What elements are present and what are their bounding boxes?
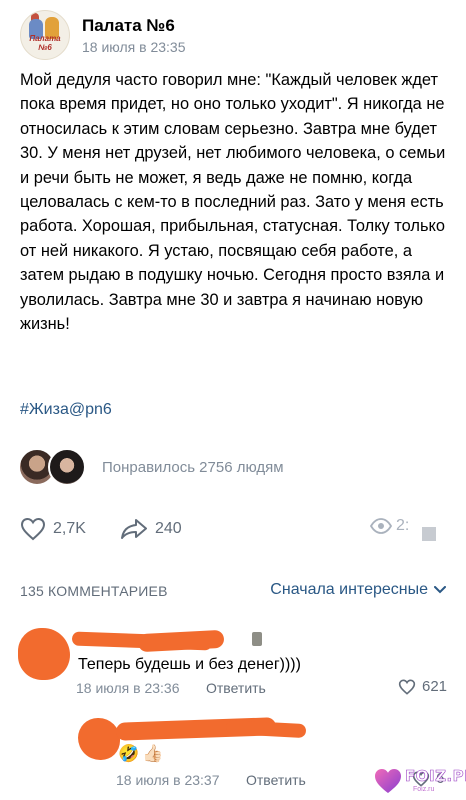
comment: Теперь будешь и без денег)))) 18 июля в … (18, 626, 458, 702)
views-counter: 2: (370, 517, 409, 535)
views-count: 2: (396, 517, 410, 534)
comment-like-button[interactable]: 621 (398, 678, 447, 695)
liked-by-text: Понравилось 2756 людям (102, 458, 284, 476)
post-actions: 2,7K 240 2: (20, 517, 446, 547)
sort-label: Сначала интересные (270, 581, 428, 598)
group-avatar[interactable]: Палата №6 (20, 10, 70, 60)
group-name[interactable]: Палата №6 (82, 16, 185, 36)
share-count: 240 (155, 520, 182, 537)
share-arrow-icon (121, 519, 147, 539)
post-header: Палата №6 Палата №6 18 июля в 23:35 (20, 10, 185, 60)
hashtag-link[interactable]: #Жиза@pn6 (20, 401, 112, 419)
liked-by-row[interactable]: Понравилось 2756 людям (18, 448, 284, 486)
moai-emoji (252, 632, 262, 646)
reply-button[interactable]: Ответить (246, 772, 306, 788)
avatar-logo-text: Палата №6 (29, 34, 61, 52)
liker-avatar (48, 448, 86, 486)
overlay-square (422, 527, 436, 541)
commenter-avatar[interactable] (18, 628, 70, 680)
rofl-emoji: 🤣 (118, 744, 140, 763)
comments-sort-dropdown[interactable]: Сначала интересные (270, 581, 446, 599)
heart-icon (398, 679, 416, 695)
commenter-avatar[interactable] (78, 718, 120, 760)
comments-count: 135 КОММЕНТАРИЕВ (20, 583, 168, 599)
site-watermark: FOIZ.PRO Foiz.ru (373, 764, 466, 798)
comment-timestamp: 18 июля в 23:36 (76, 680, 180, 696)
like-count: 2,7K (53, 520, 86, 537)
watermark-text: FOIZ.PRO (405, 767, 466, 786)
comment-like-count: 621 (422, 678, 448, 695)
redaction-scribble (137, 629, 225, 653)
heart-icon (20, 517, 46, 541)
comment-timestamp: 18 июля в 23:37 (116, 772, 220, 788)
watermark-subtext: Foiz.ru (413, 786, 435, 793)
share-button[interactable]: 240 (120, 517, 182, 541)
post-timestamp[interactable]: 18 июля в 23:35 (82, 39, 185, 55)
heart-logo-icon (375, 769, 401, 793)
comments-header: 135 КОММЕНТАРИЕВ Сначала интересные (20, 581, 446, 603)
eye-icon (370, 518, 392, 534)
like-button[interactable]: 2,7K (20, 517, 86, 541)
comment-text: Теперь будешь и без денег)))) (78, 656, 301, 673)
chevron-down-icon (434, 586, 446, 594)
reply-button[interactable]: Ответить (206, 680, 266, 696)
post-text: Мой дедуля часто говорил мне: "Каждый че… (20, 71, 446, 334)
thumbs-up-emoji: 👍🏻 (142, 744, 164, 763)
